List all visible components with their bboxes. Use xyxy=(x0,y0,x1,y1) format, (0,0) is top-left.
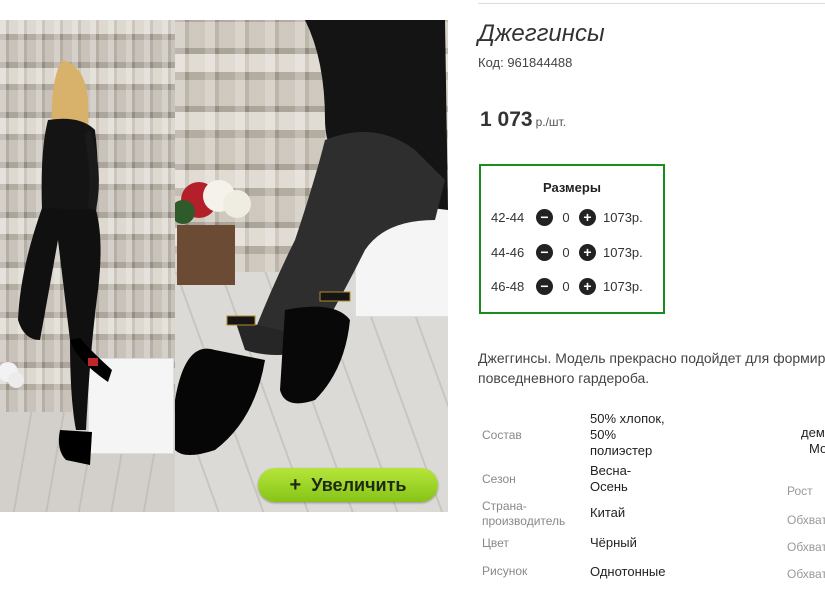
minus-circle-icon[interactable]: − xyxy=(536,277,553,295)
size-price: 1073р. xyxy=(603,244,643,260)
spec-value: Китай xyxy=(590,505,626,520)
plus-circle-icon[interactable]: + xyxy=(579,208,596,226)
size-label: 42-44 xyxy=(491,209,525,225)
spec-right-label: Обхват xyxy=(787,513,825,527)
spec-value: Весна- Осень xyxy=(590,463,632,494)
top-divider xyxy=(478,3,825,4)
size-row: 46-48 − 0 + 1073р. xyxy=(491,276,643,296)
spec-value: Однотонные xyxy=(590,564,666,579)
spec-right-label: Обхват xyxy=(787,540,825,554)
product-gallery: + Увеличить xyxy=(0,20,448,512)
size-row: 42-44 − 0 + 1073р. xyxy=(491,207,643,227)
zoom-button[interactable]: + Увеличить xyxy=(258,468,438,502)
minus-circle-icon[interactable]: − xyxy=(536,208,553,226)
spec-label: Сезон xyxy=(482,472,516,486)
spec-right-value: Мо xyxy=(809,441,825,456)
size-quantity: 0 xyxy=(562,209,570,225)
price-unit: р./шт. xyxy=(535,115,567,129)
description-line: Джеггинсы. Модель прекрасно подойдет для… xyxy=(478,350,825,366)
spec-label: Цвет xyxy=(482,536,509,550)
size-quantity: 0 xyxy=(562,278,570,294)
size-label: 44-46 xyxy=(491,244,525,260)
spec-label: Состав xyxy=(482,428,522,442)
plus-circle-icon[interactable]: + xyxy=(579,277,596,295)
spec-label: Страна- производитель xyxy=(482,499,566,528)
description-line: повседневного гардероба. xyxy=(478,370,650,386)
spec-right-label: Рост xyxy=(787,484,813,498)
product-title: Джеггинсы xyxy=(478,20,605,47)
plus-icon: + xyxy=(289,473,302,496)
price-amount: 1 073 xyxy=(480,108,533,131)
zoom-button-label: Увеличить xyxy=(311,474,407,495)
spec-right-value: дем xyxy=(801,425,825,440)
product-code: Код: 961844488 xyxy=(478,55,573,70)
product-photo-main[interactable] xyxy=(175,20,448,512)
product-photo-thumbnail[interactable] xyxy=(0,20,175,512)
size-row: 44-46 − 0 + 1073р. xyxy=(491,242,643,262)
size-price: 1073р. xyxy=(603,209,643,225)
size-price: 1073р. xyxy=(603,278,643,294)
product-description: Джеггинсы. Модель прекрасно подойдет для… xyxy=(478,348,825,388)
sizes-panel: Размеры 42-44 − 0 + 1073р. 44-46 − 0 + 1… xyxy=(479,164,665,314)
spec-label: Рисунок xyxy=(482,564,528,578)
product-price: 1 073 р./шт. xyxy=(480,108,566,132)
size-quantity: 0 xyxy=(562,244,570,260)
spec-value: 50% хлопок, 50% полиэстер xyxy=(590,411,665,458)
minus-circle-icon[interactable]: − xyxy=(536,243,553,261)
spec-right-label: Обхват xyxy=(787,567,825,581)
sizes-title: Размеры xyxy=(543,180,601,195)
size-label: 46-48 xyxy=(491,278,525,294)
plus-circle-icon[interactable]: + xyxy=(579,243,596,261)
spec-value: Чёрный xyxy=(590,535,637,550)
